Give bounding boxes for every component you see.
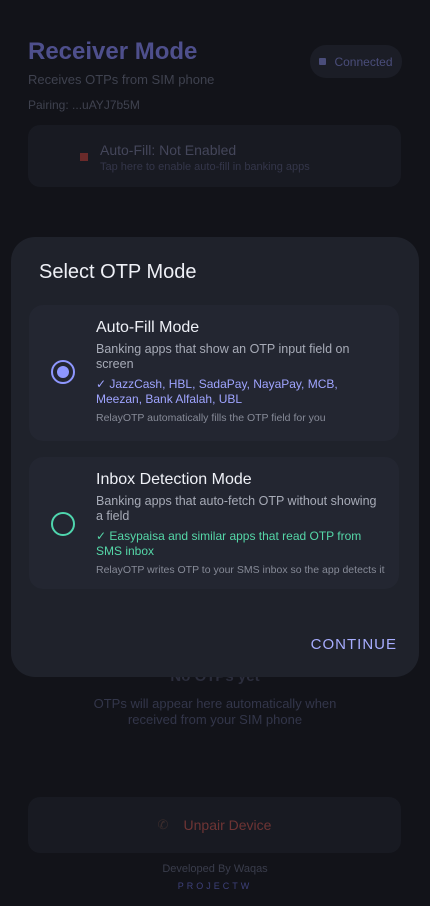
developer-credit: Developed By Waqas	[162, 863, 268, 875]
option-body: Auto-Fill Mode Banking apps that show an…	[96, 319, 385, 424]
option-body: Inbox Detection Mode Banking apps that a…	[96, 471, 385, 576]
inbox-detection-radio[interactable]	[51, 512, 75, 536]
empty-state-subtitle: OTPs will appear here automatically when…	[93, 696, 337, 727]
option-apps: ✓ Easypaisa and similar apps that read O…	[96, 529, 362, 558]
autofill-radio[interactable]	[51, 360, 75, 384]
option-description: Banking apps that auto-fetch OTP without…	[96, 494, 377, 523]
brand-name: PROJECTW	[177, 881, 253, 891]
status-indicator-icon	[319, 58, 327, 65]
screen: Receiver Mode Receives OTPs from SIM pho…	[0, 0, 430, 906]
phone-icon: ✆	[157, 817, 169, 832]
otp-mode-dialog: Select OTP Mode Auto-Fill Mode Banking a…	[11, 237, 419, 677]
unpair-device-button[interactable]: ✆ Unpair Device	[28, 797, 401, 853]
option-title: Auto-Fill Mode	[96, 319, 200, 336]
option-inbox-detection-mode[interactable]: Inbox Detection Mode Banking apps that a…	[29, 457, 399, 589]
autofill-banner[interactable]: Auto-Fill: Not Enabled Tap here to enabl…	[28, 125, 401, 187]
option-note: RelayOTP automatically fills the OTP fie…	[96, 412, 326, 424]
option-description: Banking apps that show an OTP input fiel…	[96, 342, 350, 371]
warning-indicator-icon	[80, 153, 88, 161]
option-note: RelayOTP writes OTP to your SMS inbox so…	[96, 564, 385, 576]
autofill-banner-subtitle: Tap here to enable auto-fill in banking …	[100, 161, 310, 173]
option-autofill-mode[interactable]: Auto-Fill Mode Banking apps that show an…	[29, 305, 399, 441]
radio-selected-dot-icon	[57, 366, 69, 378]
unpair-device-label: Unpair Device	[183, 817, 272, 833]
pairing-id: Pairing: ...uAYJ7b5M	[28, 98, 140, 112]
option-apps: ✓ JazzCash, HBL, SadaPay, NayaPay, MCB, …	[96, 377, 338, 406]
connection-status-badge: Connected	[310, 45, 402, 78]
page-title: Receiver Mode	[28, 38, 198, 65]
page-subtitle: Receives OTPs from SIM phone	[28, 72, 215, 87]
dialog-title: Select OTP Mode	[39, 261, 197, 283]
autofill-banner-title: Auto-Fill: Not Enabled	[100, 142, 237, 158]
continue-button[interactable]: CONTINUE	[311, 636, 397, 653]
status-badge-label: Connected	[334, 54, 393, 69]
option-title: Inbox Detection Mode	[96, 471, 252, 488]
